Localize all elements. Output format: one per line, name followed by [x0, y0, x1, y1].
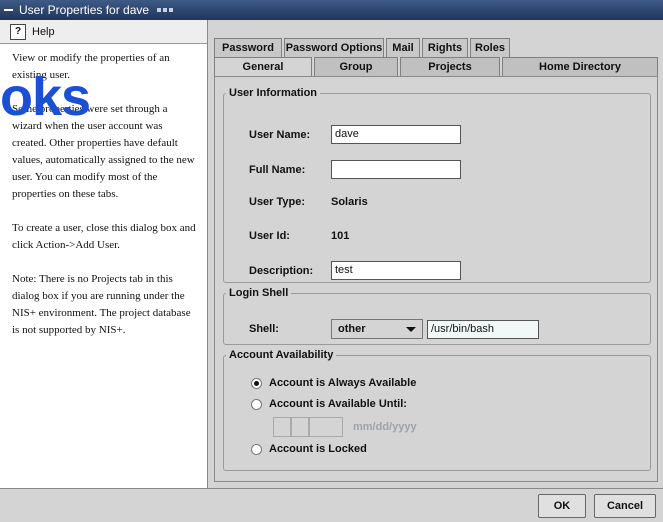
- window-menu-icon[interactable]: [4, 9, 13, 11]
- full-name-field[interactable]: [331, 160, 461, 179]
- user-type-label: User Type:: [249, 196, 306, 208]
- date-year-box[interactable]: [309, 417, 343, 437]
- user-information-legend: User Information: [229, 87, 318, 99]
- cancel-button[interactable]: Cancel: [594, 494, 656, 518]
- help-paragraph: Some properties were set through a wizar…: [12, 103, 195, 200]
- radio-always-available[interactable]: Account is Always Available: [251, 377, 416, 389]
- date-month-box[interactable]: [273, 417, 291, 437]
- title-bar: User Properties for dave: [0, 0, 663, 20]
- tab-row-back: Password Password Options Mail Rights Ro…: [214, 38, 512, 57]
- tab-general[interactable]: General: [214, 57, 312, 76]
- date-format-hint: mm/dd/yyyy: [353, 421, 417, 433]
- shell-select[interactable]: other: [331, 319, 423, 339]
- tab-password[interactable]: Password: [214, 38, 282, 57]
- window-title: User Properties for dave: [19, 3, 150, 17]
- user-id-label: User Id:: [249, 230, 290, 242]
- tab-roles[interactable]: Roles: [470, 38, 510, 57]
- user-information-group: User Information: [223, 87, 651, 283]
- help-header: ? Help: [0, 20, 207, 44]
- user-name-label: User Name:: [249, 128, 311, 141]
- user-type-value: Solaris: [331, 196, 368, 208]
- login-shell-legend: Login Shell: [229, 287, 289, 299]
- description-field[interactable]: test: [331, 261, 461, 280]
- shell-label: Shell:: [249, 323, 279, 335]
- shell-path-field[interactable]: /usr/bin/bash: [427, 319, 539, 339]
- tab-mail[interactable]: Mail: [386, 38, 420, 57]
- help-paragraph: View or modify the properties of an exis…: [12, 52, 170, 81]
- chevron-down-icon: [406, 326, 416, 332]
- help-pane: ? Help View or modify the properties of …: [0, 20, 208, 488]
- tab-row-front: General Group Projects Home Directory: [214, 57, 660, 76]
- user-name-row: User Name: dave: [249, 125, 461, 144]
- tab-home-directory[interactable]: Home Directory: [502, 57, 658, 76]
- radio-locked-label: Account is Locked: [269, 443, 367, 455]
- radio-available-until[interactable]: Account is Available Until:: [251, 398, 407, 410]
- user-id-row: User Id: 101: [249, 230, 349, 242]
- description-row: Description: test: [249, 261, 461, 280]
- full-name-row: Full Name:: [249, 160, 461, 179]
- shell-selected-value: other: [338, 323, 366, 335]
- radio-button-selected[interactable]: [251, 377, 262, 389]
- full-name-label: Full Name:: [249, 163, 306, 176]
- help-paragraph: Note: There is no Projects tab in this d…: [12, 273, 191, 336]
- ok-button[interactable]: OK: [538, 494, 586, 518]
- help-paragraph: To create a user, close this dialog box …: [12, 222, 196, 251]
- description-label: Description:: [249, 264, 314, 277]
- user-name-field[interactable]: dave: [331, 125, 461, 144]
- general-tab-panel: User Information User Name: dave Full Na…: [214, 76, 658, 482]
- main-pane: Password Password Options Mail Rights Ro…: [208, 20, 663, 488]
- radio-until-label: Account is Available Until:: [269, 398, 407, 410]
- tab-group[interactable]: Group: [314, 57, 398, 76]
- tab-password-options[interactable]: Password Options: [284, 38, 384, 57]
- date-input[interactable]: [273, 417, 343, 437]
- shell-row: Shell: other /usr/bin/bash: [249, 319, 539, 339]
- title-decoration: [157, 8, 174, 12]
- user-id-value: 101: [331, 230, 350, 242]
- radio-always-label: Account is Always Available: [269, 377, 417, 389]
- radio-button[interactable]: [251, 398, 262, 410]
- help-text: View or modify the properties of an exis…: [0, 44, 207, 339]
- tab-projects[interactable]: Projects: [400, 57, 500, 76]
- tab-rights[interactable]: Rights: [422, 38, 468, 57]
- button-bar: OK Cancel: [0, 488, 663, 522]
- account-availability-legend: Account Availability: [229, 349, 334, 361]
- radio-button[interactable]: [251, 443, 262, 455]
- user-type-row: User Type: Solaris: [249, 196, 368, 208]
- help-title: Help: [32, 25, 55, 38]
- date-day-box[interactable]: [291, 417, 309, 437]
- radio-account-locked[interactable]: Account is Locked: [251, 443, 367, 455]
- help-icon: ?: [10, 23, 26, 40]
